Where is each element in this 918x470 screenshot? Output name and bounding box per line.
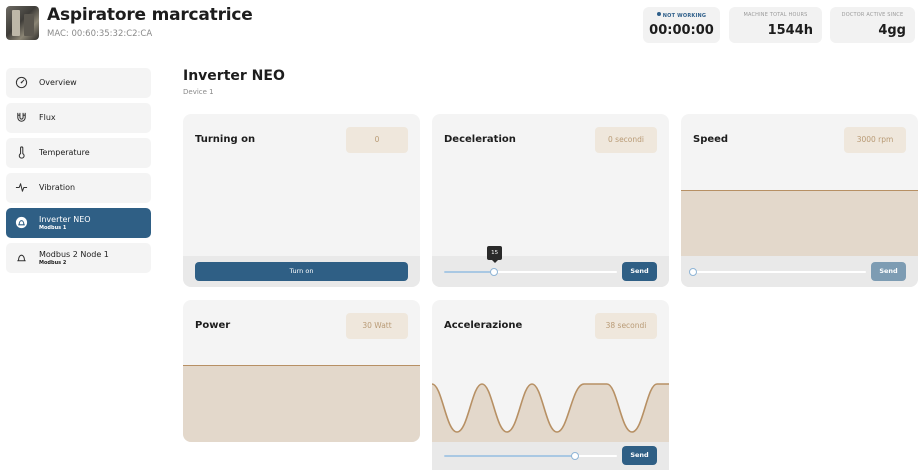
slider-thumb[interactable] (571, 452, 580, 460)
card-title: Speed (693, 134, 729, 145)
card-turning-on: Turning on 0 Turn on (183, 114, 420, 287)
page-subtitle: Device 1 (183, 88, 214, 96)
card-value-badge: 0 (346, 127, 408, 153)
page-title: Inverter NEO (183, 68, 285, 84)
slider-progress (444, 271, 495, 273)
slider-tooltip: 15 (487, 246, 503, 263)
sidebar-item-vibration[interactable]: Vibration (6, 173, 151, 203)
stat-label: MACHINE TOTAL HOURS (743, 12, 808, 18)
status-dot-icon (656, 12, 661, 16)
card-value-badge: 3000 rpm (844, 127, 906, 153)
stat-doctor-active: DOCTOR ACTIVE SINCE 4gg (830, 7, 915, 43)
deceleration-send-button[interactable]: Send (622, 262, 657, 281)
speed-slider[interactable] (689, 268, 866, 276)
card-footer: Turn on (183, 256, 420, 287)
card-deceleration: Deceleration 0 secondi 15 Send (432, 114, 669, 287)
sidebar-item-label: Temperature (39, 148, 90, 157)
sidebar-item-sublabel: Modbus 2 (39, 260, 67, 266)
stat-value: 1544h (767, 23, 813, 38)
stat-label: NOT WORKING (643, 12, 720, 19)
sidebar-item-inverter-neo[interactable]: Inverter NEO Modbus 1 (6, 208, 151, 238)
speed-level-fill (681, 190, 918, 256)
inverter-icon (15, 251, 28, 264)
power-level-fill (183, 365, 420, 442)
accelerazione-send-button[interactable]: Send (622, 446, 657, 465)
stat-value: 4gg (878, 23, 906, 38)
turn-on-button[interactable]: Turn on (195, 262, 408, 281)
acceleration-wave-graphic (432, 383, 669, 442)
card-power: Power 30 Watt (183, 300, 420, 442)
sidebar-item-flux[interactable]: Flux (6, 103, 151, 133)
card-title: Power (195, 320, 231, 331)
card-title: Deceleration (444, 134, 516, 145)
card-title: Accelerazione (444, 320, 523, 331)
app-title: Aspiratore marcatrice (47, 5, 253, 25)
sidebar: Overview Flux Temperature Vibration Inve… (6, 68, 151, 278)
sidebar-item-label: Flux (39, 113, 56, 122)
sidebar-item-temperature[interactable]: Temperature (6, 138, 151, 168)
card-value-badge: 30 Watt (346, 313, 408, 339)
sidebar-item-label: Inverter NEO (39, 215, 91, 224)
card-title: Turning on (195, 134, 256, 145)
sidebar-item-overview[interactable]: Overview (6, 68, 151, 98)
sidebar-item-label: Overview (39, 78, 77, 87)
accelerazione-slider[interactable] (444, 452, 617, 460)
inverter-icon (15, 216, 28, 229)
slider-thumb[interactable] (689, 268, 697, 276)
card-footer: Send (432, 442, 669, 470)
sidebar-item-label: Vibration (39, 183, 76, 192)
deceleration-slider[interactable]: 15 (444, 246, 617, 276)
speed-send-button[interactable]: Send (871, 262, 906, 281)
card-speed: Speed 3000 rpm Send (681, 114, 918, 287)
machine-thumbnail (6, 6, 39, 40)
card-value-badge: 38 secondi (595, 313, 657, 339)
sidebar-item-modbus-2-node-1[interactable]: Modbus 2 Node 1 Modbus 2 (6, 243, 151, 273)
magnet-icon (15, 111, 28, 124)
gauge-icon (15, 76, 28, 89)
pulse-icon (15, 181, 28, 194)
card-footer: 15 Send (432, 246, 669, 287)
stat-value: 00:00:00 (649, 23, 714, 38)
sidebar-item-label: Modbus 2 Node 1 (39, 250, 109, 259)
slider-progress (444, 455, 576, 457)
sidebar-item-sublabel: Modbus 1 (39, 225, 67, 231)
mac-address: MAC: 00:60:35:32:C2:CA (47, 29, 153, 39)
header: Aspiratore marcatrice MAC: 00:60:35:32:C… (0, 0, 918, 52)
stat-total-hours: MACHINE TOTAL HOURS 1544h (729, 7, 822, 43)
thermometer-icon (15, 146, 28, 159)
stat-label: DOCTOR ACTIVE SINCE (841, 12, 904, 18)
card-accelerazione: Accelerazione 38 secondi Send (432, 300, 669, 470)
card-footer: Send (681, 256, 918, 287)
card-value-badge: 0 secondi (595, 127, 657, 153)
slider-thumb[interactable] (490, 268, 499, 276)
stat-working-status: NOT WORKING 00:00:00 (643, 7, 720, 43)
